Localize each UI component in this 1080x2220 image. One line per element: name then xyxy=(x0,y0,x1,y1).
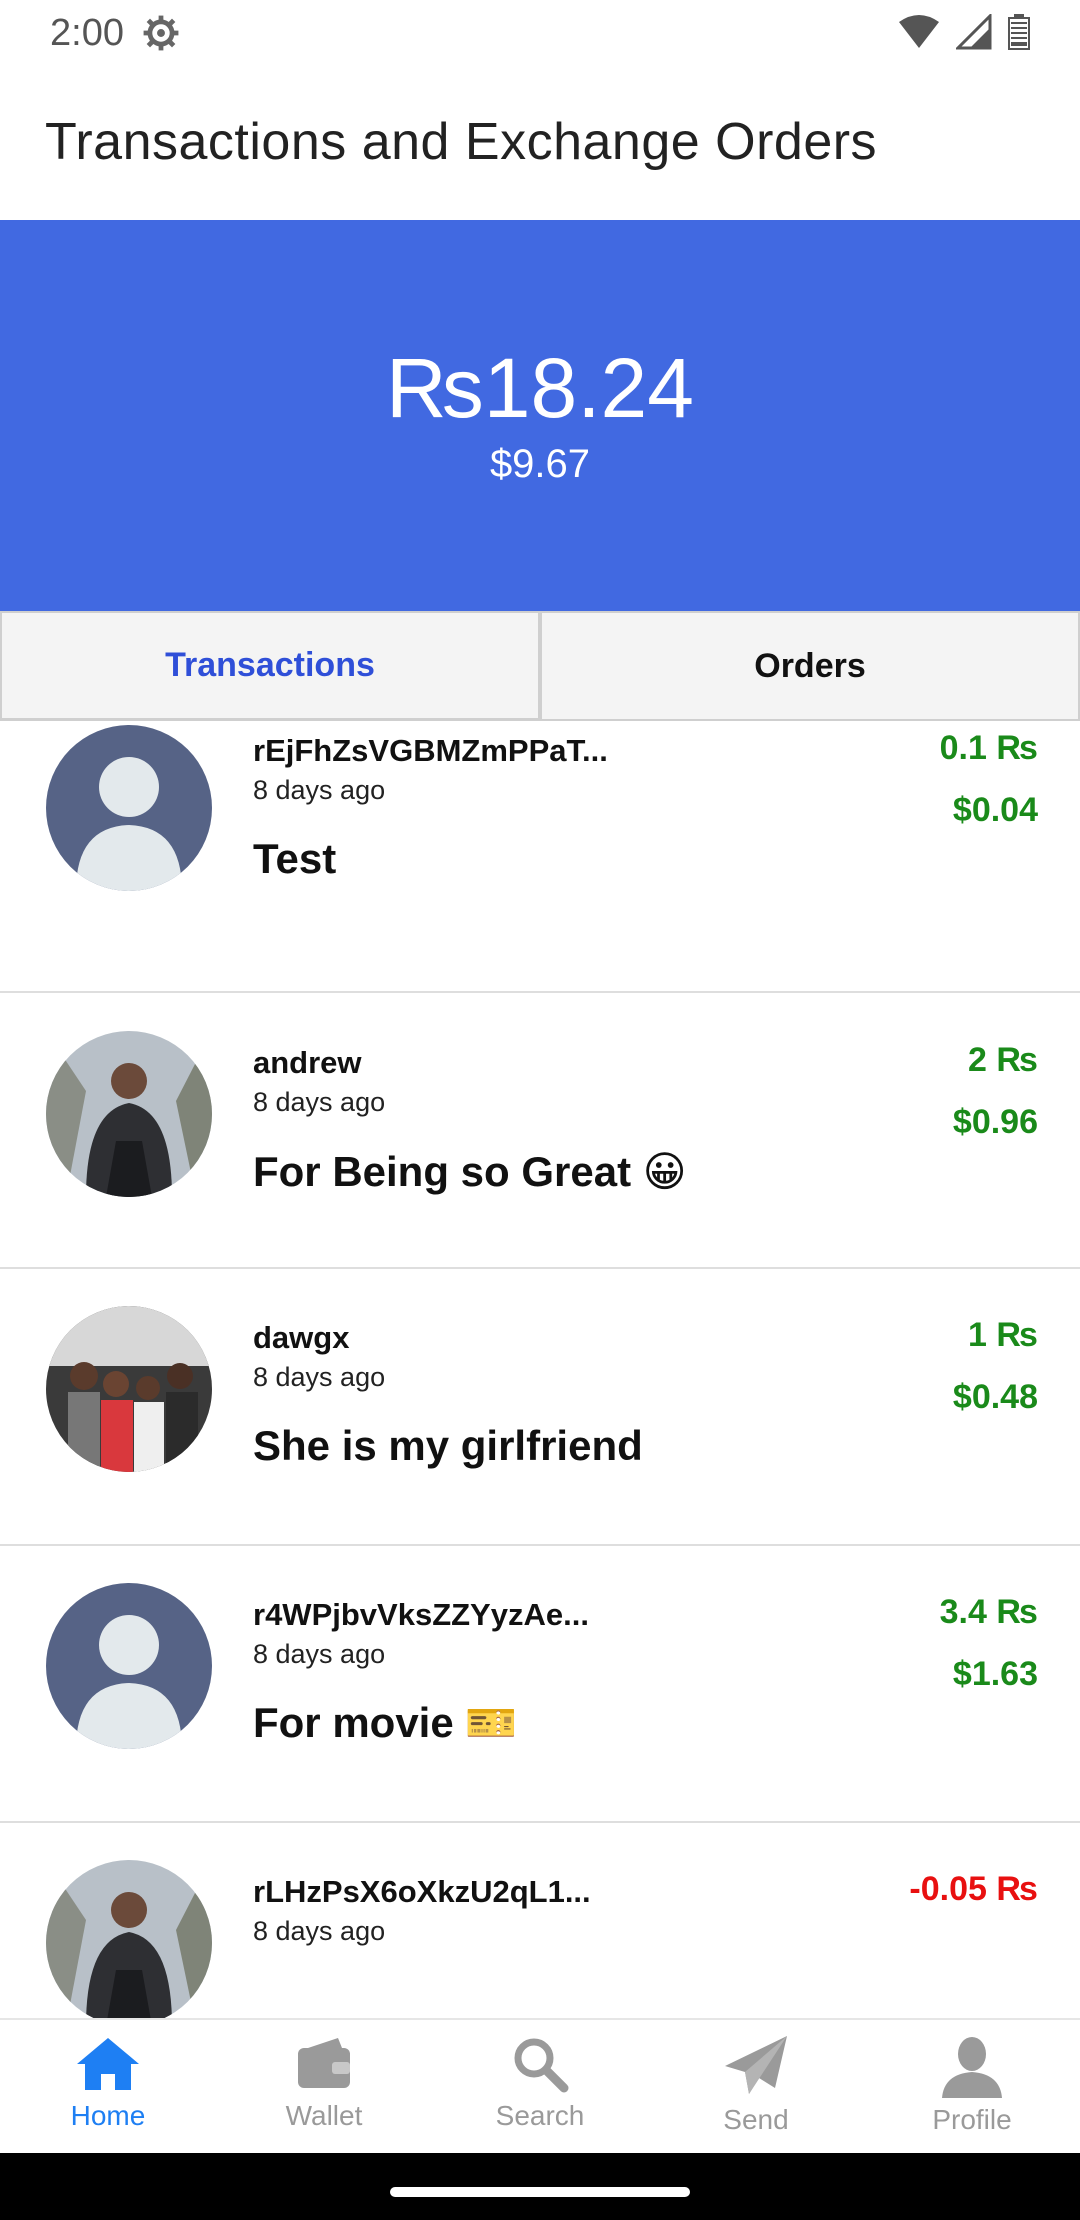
amount-usd: $1.63 xyxy=(952,1655,1038,1693)
settings-gear-icon xyxy=(143,15,179,51)
system-gesture-bar xyxy=(0,2153,1080,2220)
transaction-memo: Test xyxy=(253,835,337,882)
profile-icon xyxy=(942,2037,1002,2098)
transaction-time: 8 days ago xyxy=(253,1087,386,1117)
nav-profile[interactable]: Profile xyxy=(864,2020,1080,2155)
transaction-time: 8 days ago xyxy=(253,1639,386,1669)
transaction-row[interactable]: rLHzPsX6oXkzU2qL1... 8 days ago -0.05 ₨ xyxy=(0,1822,1080,2018)
bottom-navigation: Home Wallet Search Send Profile xyxy=(0,2018,1080,2155)
cell-signal-icon xyxy=(956,14,992,50)
app-bar: Transactions and Exchange Orders xyxy=(0,66,1080,220)
nav-profile-label: Profile xyxy=(932,2104,1012,2135)
transaction-row[interactable]: r4WPjbvVksZZYyzAe... 8 days ago For movi… xyxy=(0,1545,1080,1823)
amount-ripple: 2 ₨ xyxy=(967,1041,1038,1079)
tab-transactions[interactable]: Transactions xyxy=(0,611,540,721)
tab-orders[interactable]: Orders xyxy=(540,611,1080,721)
transaction-row[interactable]: rEjFhZsVGBMZmPPaT... 8 days ago Test 0.1… xyxy=(0,721,1080,993)
transaction-row[interactable]: andrew 8 days ago For Being so Great 😀 2… xyxy=(0,991,1080,1269)
send-icon xyxy=(725,2036,787,2094)
home-gesture-handle[interactable] xyxy=(390,2187,690,2197)
amount-ripple: 3.4 ₨ xyxy=(939,1593,1038,1631)
battery-icon xyxy=(1008,14,1030,50)
nav-send-label: Send xyxy=(723,2104,789,2135)
wallet-icon xyxy=(298,2038,350,2088)
sender-name: r4WPjbvVksZZYyzAe... xyxy=(253,1597,589,1632)
status-bar: 2:00 xyxy=(0,0,1080,66)
transaction-list[interactable]: rEjFhZsVGBMZmPPaT... 8 days ago Test 0.1… xyxy=(0,721,1080,2018)
default-avatar-icon xyxy=(46,1583,212,1749)
amount-ripple: 0.1 ₨ xyxy=(939,729,1038,767)
sender-name: dawgx xyxy=(253,1320,350,1355)
nav-home-label: Home xyxy=(70,2100,146,2131)
balance-usd: $9.67 xyxy=(489,442,591,486)
user-photo-avatar xyxy=(46,1860,212,2018)
amount-usd: $0.96 xyxy=(952,1103,1038,1141)
home-icon xyxy=(77,2038,139,2090)
group-photo-avatar xyxy=(46,1306,212,1472)
wifi-icon xyxy=(899,15,939,48)
transaction-time: 8 days ago xyxy=(253,1362,386,1392)
nav-search[interactable]: Search xyxy=(432,2020,648,2155)
balance-amount: ₨18.24 xyxy=(386,341,694,435)
nav-wallet-label: Wallet xyxy=(285,2100,363,2131)
transaction-memo: She is my girlfriend xyxy=(253,1422,643,1469)
transaction-row[interactable]: dawgx 8 days ago She is my girlfriend 1 … xyxy=(0,1268,1080,1546)
status-time: 2:00 xyxy=(50,12,124,54)
sender-name: rLHzPsX6oXkzU2qL1... xyxy=(253,1874,591,1909)
page-title: Transactions and Exchange Orders xyxy=(45,113,878,171)
amount-usd: $0.48 xyxy=(952,1378,1038,1416)
nav-send[interactable]: Send xyxy=(648,2020,864,2155)
nav-home[interactable]: Home xyxy=(0,2020,216,2155)
transaction-memo: For movie 🎫 xyxy=(253,1699,518,1746)
transaction-time: 8 days ago xyxy=(253,775,386,805)
amount-ripple: -0.05 ₨ xyxy=(909,1870,1038,1908)
transaction-memo: For Being so Great 😀 xyxy=(253,1148,687,1195)
amount-usd: $0.04 xyxy=(952,791,1038,829)
balance-card: ₨18.24 $9.67 xyxy=(0,220,1080,612)
user-photo-avatar xyxy=(46,1031,212,1197)
amount-ripple: 1 ₨ xyxy=(967,1316,1038,1354)
sender-name: andrew xyxy=(253,1045,362,1080)
nav-wallet[interactable]: Wallet xyxy=(216,2020,432,2155)
nav-search-label: Search xyxy=(495,2100,585,2131)
default-avatar-icon xyxy=(46,725,212,891)
sender-name: rEjFhZsVGBMZmPPaT... xyxy=(253,733,608,768)
tab-bar: Transactions Orders xyxy=(0,611,1080,721)
status-icons xyxy=(898,14,1030,50)
search-icon xyxy=(514,2038,569,2093)
transaction-time: 8 days ago xyxy=(253,1916,386,1946)
